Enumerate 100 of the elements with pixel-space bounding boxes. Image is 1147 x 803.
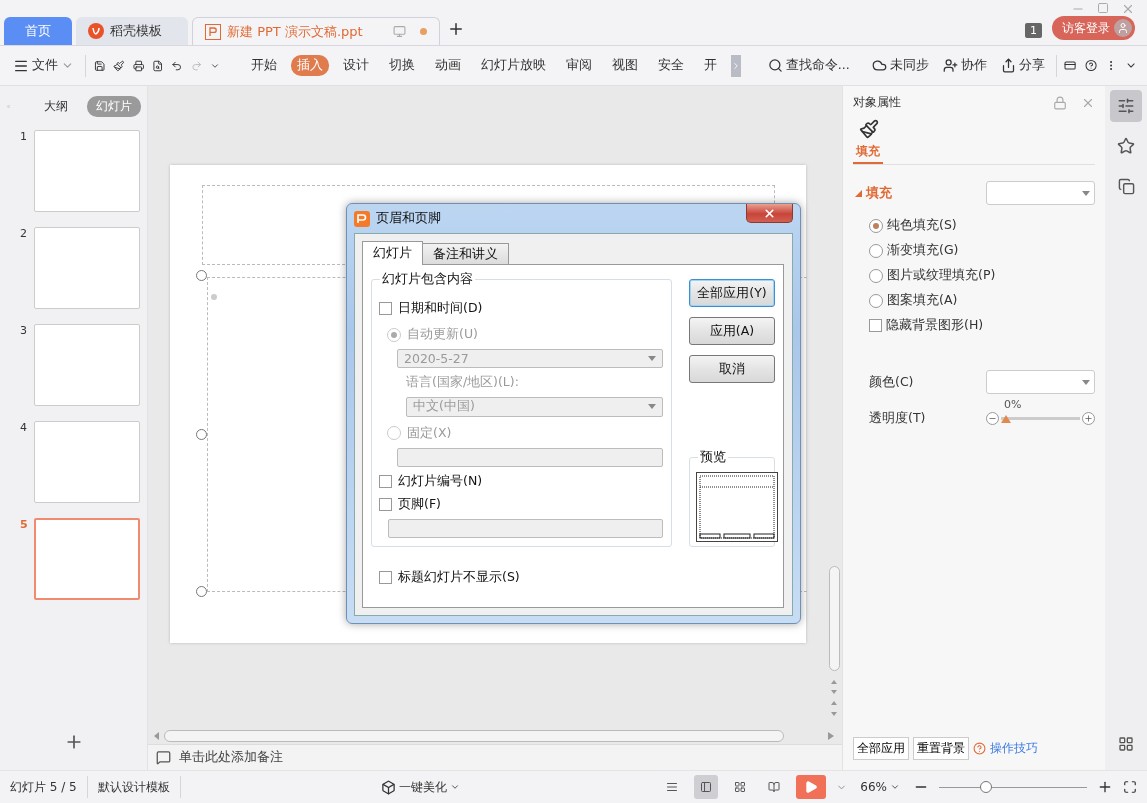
maximize-icon[interactable] [1097,2,1109,14]
ribbon-tab[interactable]: 开 [697,55,723,76]
avatar-icon [1114,19,1132,37]
option-label: 固定(X) [407,424,452,442]
slide-thumbnail[interactable] [34,421,140,503]
slide-counter: 幻灯片 5 / 5 [10,778,77,796]
zoom-menu[interactable]: 66% [857,778,903,796]
radio-button[interactable] [869,268,883,283]
radio-button[interactable] [869,218,883,233]
ribbon-tab[interactable]: 安全 [651,55,690,76]
play-icon [804,780,819,794]
document-tab[interactable]: 稻壳模板 [76,17,188,45]
book-icon [768,779,781,795]
option-label: 日期和时间(D) [398,300,483,317]
slide-number: 4 [20,421,26,436]
checkbox[interactable] [379,571,392,584]
resize-handle[interactable] [196,429,207,440]
dialog-tab[interactable]: 幻灯片 [362,241,423,265]
help-icon[interactable] [1084,57,1097,74]
template-name: 默认设计模板 [97,778,170,796]
ribbon-tab[interactable]: 切换 [382,55,421,76]
flame-icon [88,23,104,39]
sliders-icon [1117,97,1135,115]
decrease-button[interactable] [986,412,999,425]
collaborate-button[interactable]: 协作 [939,55,990,76]
slide-number: 5 [20,518,26,533]
checkbox[interactable] [379,497,392,511]
slide-thumbnail[interactable] [34,130,140,212]
sidebar-tab[interactable]: 大纲 [35,95,77,117]
search-field[interactable]: 查找命令... [764,55,853,76]
color-dropdown[interactable] [986,370,1095,394]
dialog-button[interactable]: 全部应用(Y) [689,279,775,307]
radio-button[interactable] [869,293,883,308]
zoom-in-icon[interactable] [1097,779,1113,795]
scrollbar-thumb[interactable] [828,566,840,671]
panel-title: 对象属性 [853,94,901,111]
checkbox[interactable] [379,302,392,315]
ribbon-tab[interactable]: 审阅 [559,55,598,76]
star-icon [1117,137,1135,155]
scroll-left-icon[interactable] [154,732,160,740]
language-label: 语言(国家/地区)(L): [406,374,520,392]
dialog-tab[interactable]: 备注和讲义 [422,243,509,265]
login-button[interactable]: 访客登录 [1052,16,1135,40]
option-label: 页脚(F) [398,495,441,513]
resize-handle[interactable] [196,586,207,597]
copy-icon [1117,177,1135,195]
panel-button[interactable]: 重置背景 [913,737,969,760]
slide-thumbnail[interactable] [34,324,140,406]
checkbox[interactable] [869,319,882,332]
option-label: 纯色填充(S) [887,217,957,234]
fill-dropdown[interactable] [986,181,1095,205]
increase-button[interactable] [1082,412,1095,425]
resize-handle[interactable] [196,270,207,281]
share-button[interactable]: 分享 [997,55,1048,76]
radio-button[interactable] [869,243,883,258]
dialog-button[interactable]: 取消 [689,355,775,383]
share-icon [1000,58,1016,73]
transparency-label: 透明度(T) [869,410,926,427]
add-user-icon [942,58,958,73]
slide-number: 1 [20,130,26,145]
ribbon-tab[interactable]: 幻灯片放映 [474,55,552,76]
panel-button[interactable]: 全部应用 [853,737,909,760]
scroll-right-button[interactable] [730,54,741,77]
option-label: 隐藏背景图形(H) [886,317,984,334]
panel-icon [700,779,713,795]
file-menu[interactable]: 文件 [10,55,77,76]
chevron-down-icon [890,782,900,792]
close-button[interactable] [746,204,793,223]
dialog-button[interactable]: 应用(A) [689,317,775,345]
scroll-right-icon[interactable] [828,732,834,740]
fixed-date-field[interactable] [397,447,663,467]
ribbon-tab[interactable]: 视图 [605,55,644,76]
search-icon [767,58,783,73]
slide-number: 2 [20,227,26,242]
lock-icon[interactable] [1053,95,1067,110]
color-label: 颜色(C) [869,373,914,391]
preview-label: 预览 [698,449,728,466]
zoom-thumb[interactable] [979,781,992,793]
play-button[interactable] [796,775,827,799]
close-icon[interactable] [1121,2,1135,16]
window-count: 1 [1025,23,1042,38]
normal-view-button[interactable] [694,775,719,799]
checkbox[interactable] [379,474,392,488]
scrollbar-thumb[interactable] [164,730,784,742]
fit-icon[interactable] [1123,780,1137,794]
option-label: 标题幻灯片不显示(S) [398,569,520,586]
slide-thumbnail[interactable] [34,227,140,309]
slide-thumbnail[interactable] [34,518,140,600]
monitor-icon [393,25,406,38]
sync-button[interactable]: 未同步 [868,55,932,76]
ribbon-tab[interactable]: 开始 [244,55,283,76]
slider-thumb[interactable] [1001,414,1011,423]
properties-button[interactable] [1110,90,1142,122]
tips-link[interactable]: 操作技巧 [990,740,1038,757]
ribbon-tab[interactable]: 动画 [428,55,467,76]
footer-field[interactable] [388,518,663,538]
plus-icon [1084,414,1093,423]
ribbon-tab[interactable]: 设计 [336,55,375,76]
notes-placeholder[interactable]: 单击此处添加备注 [179,749,283,766]
beautify-button[interactable]: 一键美化 [378,776,464,798]
